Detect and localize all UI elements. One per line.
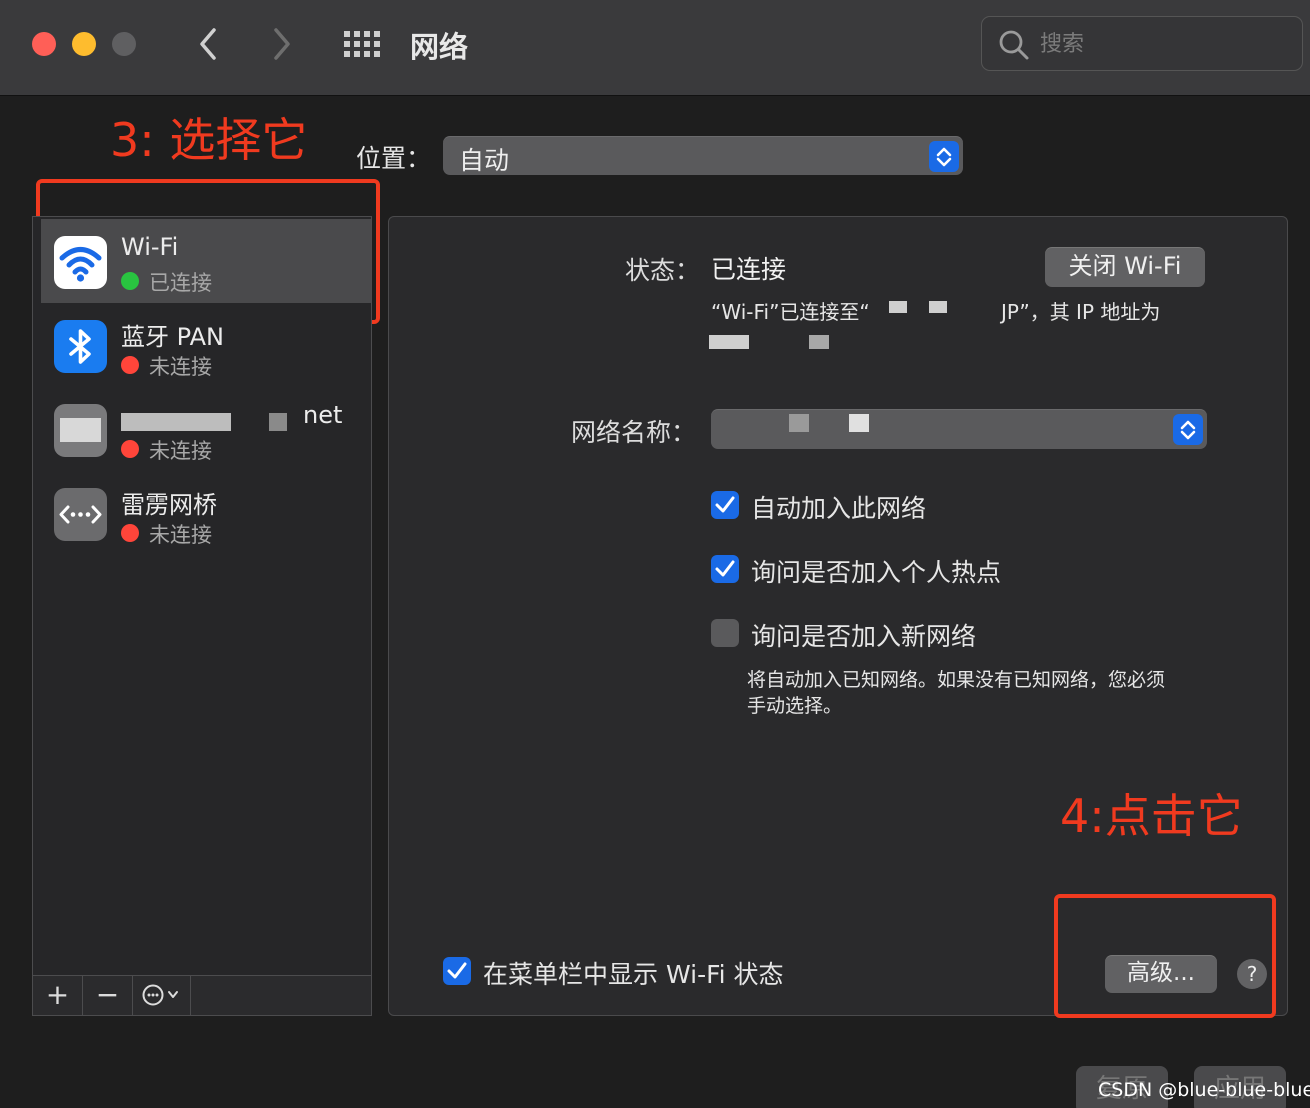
redacted-network-part [929, 301, 947, 313]
search-input[interactable] [1040, 27, 1290, 61]
thunderbolt-bridge-icon [54, 488, 107, 541]
redacted-service-name [121, 413, 231, 431]
wifi-icon [54, 236, 107, 289]
checkmark-icon [715, 496, 735, 513]
service-item-bluetooth-pan[interactable]: 蓝牙 PAN 未连接 [41, 303, 371, 387]
status-label: 状态： [625, 256, 701, 285]
grid-icon [344, 31, 380, 57]
ask-join-new-network-checkbox[interactable] [711, 619, 739, 647]
service-status: 已连接 [121, 267, 212, 297]
ask-join-hotspot-label: 询问是否加入个人热点 [751, 558, 1002, 587]
show-wifi-in-menubar-label: 在菜单栏中显示 Wi-Fi 状态 [483, 960, 784, 989]
status-value: 已连接 [711, 255, 787, 284]
service-list: Wi-Fi 已连接 蓝牙 PAN 未连接 net 未连接 雷雳网桥 未连接 + … [32, 216, 372, 1016]
location-value: 自动 [459, 146, 510, 175]
chevron-right-icon [274, 28, 290, 60]
status-dot-disconnected [121, 356, 139, 374]
auto-join-checkbox[interactable] [711, 491, 739, 519]
status-dot-disconnected [121, 524, 139, 542]
service-status: 未连接 [121, 435, 212, 465]
service-name: 雷雳网桥 [121, 491, 217, 519]
network-name-stepper[interactable] [1173, 414, 1203, 445]
network-name-select[interactable] [711, 409, 1207, 449]
redacted-block [269, 413, 287, 431]
status-dot-disconnected [121, 440, 139, 458]
window-title: 网络 [410, 30, 469, 64]
chevron-left-icon [200, 28, 216, 60]
up-down-chevron-icon [936, 147, 952, 167]
new-network-hint-line2: 手动选择。 [747, 695, 843, 717]
redacted-network-part [889, 301, 907, 313]
window-titlebar: 网络 [0, 0, 1310, 96]
bluetooth-icon [54, 320, 107, 373]
annotation-box-advanced [1054, 894, 1276, 1018]
service-name: 蓝牙 PAN [121, 323, 224, 351]
search-icon [999, 30, 1029, 60]
search-box[interactable] [981, 16, 1303, 71]
checkmark-icon [447, 962, 467, 979]
turn-off-wifi-button[interactable]: 关闭 Wi-Fi [1045, 247, 1205, 287]
status-description-suffix: JP”，其 IP 地址为 [1001, 300, 1161, 324]
close-window-button[interactable] [32, 32, 56, 56]
redacted-ip-address [809, 335, 829, 349]
service-list-toolbar: + − [33, 975, 371, 1015]
annotation-step-4: 4:点击它 [1060, 789, 1243, 843]
checkmark-icon [715, 560, 735, 577]
minimize-window-button[interactable] [72, 32, 96, 56]
ethernet-icon [54, 404, 107, 457]
redacted-network-name [849, 414, 869, 432]
service-actions-menu[interactable] [133, 976, 191, 1015]
status-description: “Wi-Fi”已连接至“ [711, 300, 870, 324]
service-status: 未连接 [121, 519, 212, 549]
back-button[interactable] [188, 22, 228, 66]
ellipsis-circle-icon [142, 984, 178, 1006]
show-all-grid-button[interactable] [344, 31, 382, 57]
location-select[interactable]: 自动 [443, 136, 963, 175]
auto-join-label: 自动加入此网络 [751, 494, 927, 523]
service-name: Wi-Fi [121, 233, 179, 261]
show-wifi-in-menubar-checkbox[interactable] [443, 957, 471, 985]
status-dot-connected [121, 272, 139, 290]
service-item-wifi[interactable]: Wi-Fi 已连接 [41, 219, 371, 303]
location-label: 位置： [356, 144, 432, 173]
up-down-chevron-icon [1180, 420, 1196, 440]
remove-service-button[interactable]: − [83, 976, 133, 1015]
annotation-step-3: 3: 选择它 [110, 113, 308, 167]
forward-button[interactable] [262, 22, 302, 66]
new-network-hint: 将自动加入已知网络。如果没有已知网络，您必须 [747, 669, 1166, 691]
service-item-thunderbolt-bridge[interactable]: 雷雳网桥 未连接 [41, 471, 371, 555]
service-name: net [303, 401, 343, 429]
network-name-label: 网络名称： [571, 418, 697, 447]
redacted-ip-address [709, 335, 749, 349]
location-stepper[interactable] [929, 141, 959, 172]
add-service-button[interactable]: + [33, 976, 83, 1015]
service-status: 未连接 [121, 351, 212, 381]
service-item-net[interactable]: net 未连接 [41, 387, 371, 471]
ask-join-hotspot-checkbox[interactable] [711, 555, 739, 583]
ask-join-new-network-label: 询问是否加入新网络 [751, 622, 977, 651]
csdn-watermark: CSDN @blue-blue-blue [1098, 1079, 1310, 1101]
zoom-window-button[interactable] [112, 32, 136, 56]
redacted-network-name [789, 414, 809, 432]
